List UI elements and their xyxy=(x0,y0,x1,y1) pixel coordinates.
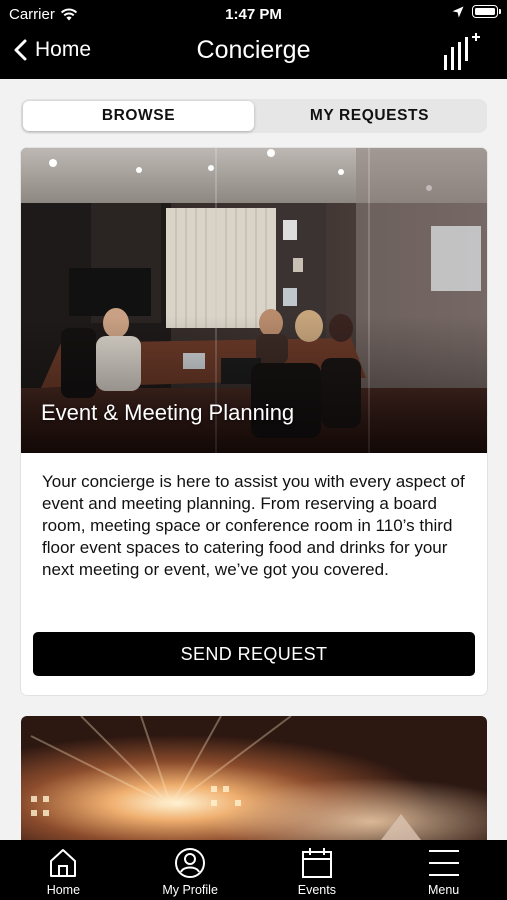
status-indicators xyxy=(452,5,501,18)
tab-events[interactable]: Events xyxy=(254,840,381,900)
page-title: Concierge xyxy=(196,36,311,64)
service-card: Event & Meeting Planning Your concierge … xyxy=(21,148,487,695)
tab-browse[interactable]: BROWSE xyxy=(23,101,254,131)
calendar-icon xyxy=(301,848,332,878)
profile-icon xyxy=(175,848,206,878)
tab-home[interactable]: Home xyxy=(0,840,127,900)
top-bar: Carrier 1:47 PM Home Concierge xyxy=(0,0,507,79)
browse-requests-segmented-control: BROWSE MY REQUESTS xyxy=(21,99,487,133)
tab-my-requests[interactable]: MY REQUESTS xyxy=(254,101,485,131)
add-bars-icon xyxy=(444,33,480,70)
navigation-bar: Home Concierge xyxy=(0,28,507,79)
tab-my-profile[interactable]: My Profile xyxy=(127,840,254,900)
bottom-tab-bar: Home My Profile Events Menu xyxy=(0,840,507,900)
service-card-next-photo[interactable] xyxy=(21,716,487,840)
tab-home-label: Home xyxy=(46,883,81,897)
clock: 1:47 PM xyxy=(225,6,282,23)
tab-menu-label: Menu xyxy=(427,883,460,897)
tab-menu[interactable]: Menu xyxy=(380,840,507,900)
status-bar: Carrier 1:47 PM xyxy=(0,0,507,28)
tab-events-label: Events xyxy=(297,883,336,897)
location-arrow-icon xyxy=(452,6,464,17)
send-request-button[interactable]: SEND REQUEST xyxy=(33,632,475,676)
menu-icon xyxy=(428,850,459,876)
tab-my-profile-label: My Profile xyxy=(162,883,218,897)
battery-icon xyxy=(472,5,501,18)
card-title: Event & Meeting Planning xyxy=(41,400,295,425)
add-request-button[interactable] xyxy=(441,33,481,78)
home-icon xyxy=(50,849,77,877)
card-description: Your concierge is here to assist you wit… xyxy=(42,472,465,579)
